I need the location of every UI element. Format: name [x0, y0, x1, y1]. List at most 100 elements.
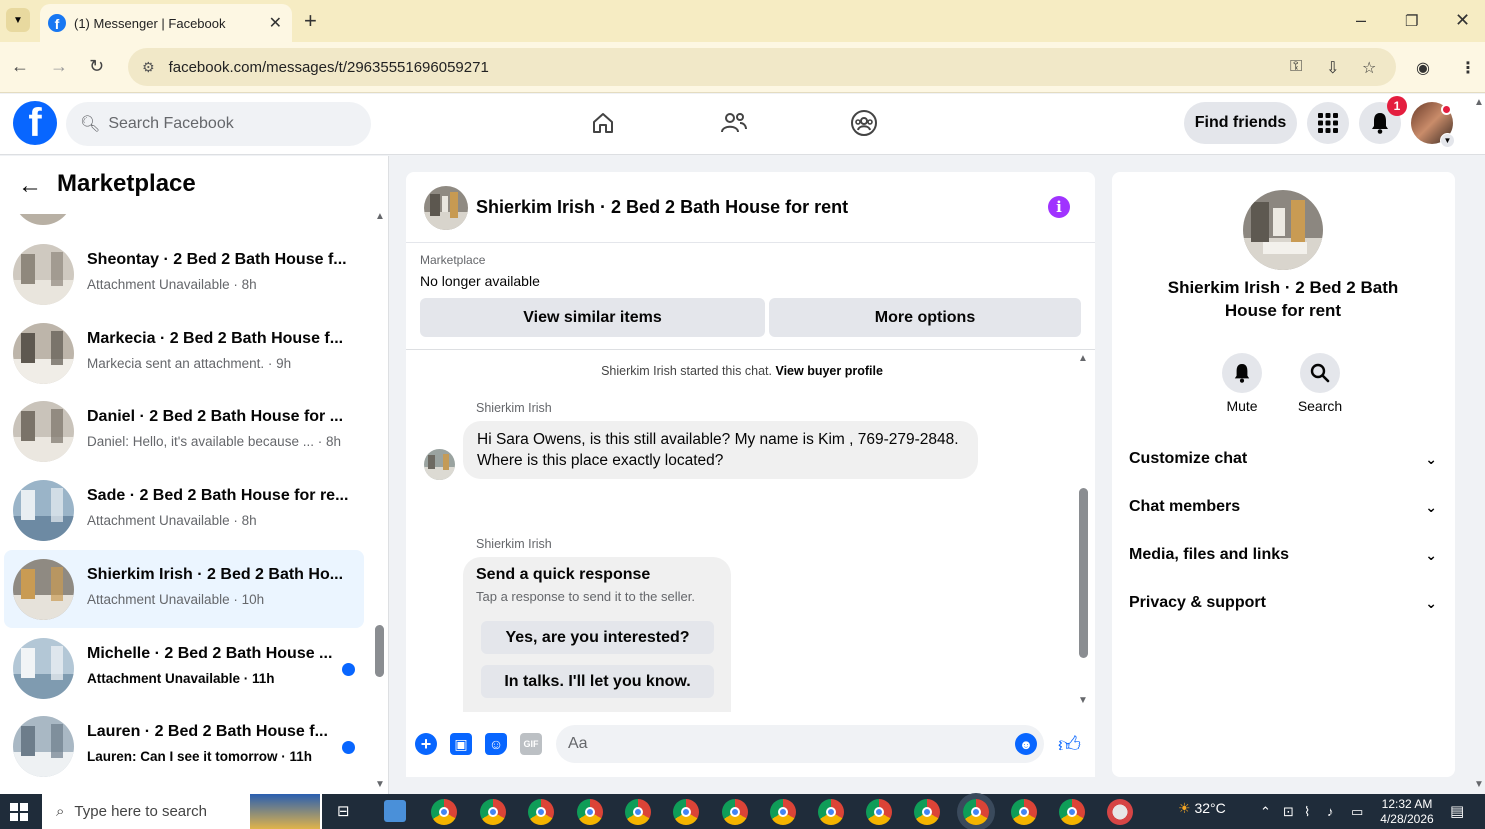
- chrome-taskbar-icon[interactable]: [1011, 799, 1037, 825]
- window-restore-button[interactable]: ❐: [1405, 12, 1418, 30]
- chrome-taskbar-icon[interactable]: [866, 799, 892, 825]
- image-icon[interactable]: ▣: [450, 733, 472, 755]
- window-minimize-button[interactable]: –: [1356, 10, 1366, 31]
- install-icon[interactable]: ⇩: [1326, 58, 1339, 78]
- search-conversation-icon[interactable]: [1300, 353, 1340, 393]
- quick-response-option[interactable]: In talks. I'll let you know.: [481, 665, 714, 698]
- chrome-center-icon: [1067, 807, 1077, 817]
- customize-chat-row[interactable]: Customize chat ⌄: [1129, 447, 1439, 471]
- reload-icon[interactable]: ↻: [89, 56, 104, 77]
- conversation-item[interactable]: Michelle · 2 Bed 2 Bath House ... Attachm…: [4, 629, 364, 707]
- chrome-taskbar-icon[interactable]: [914, 799, 940, 825]
- groups-icon[interactable]: [849, 108, 879, 138]
- task-view-icon[interactable]: ⊟: [337, 802, 350, 820]
- thumbs-up-icon[interactable]: 👍︎: [1058, 731, 1081, 758]
- message-input[interactable]: Aa: [556, 725, 1044, 763]
- taskbar-search-placeholder: Type here to search: [74, 803, 207, 820]
- media-files-links-row[interactable]: Media, files and links ⌄: [1129, 543, 1439, 567]
- notification-center-icon[interactable]: ▤: [1450, 802, 1464, 820]
- chrome-taskbar-icon[interactable]: [528, 799, 554, 825]
- url-text[interactable]: facebook.com/messages/t/2963555169605927…: [169, 59, 489, 76]
- profile-icon[interactable]: ◉: [1416, 58, 1430, 78]
- chrome-taskbar-icon[interactable]: [963, 799, 989, 825]
- search-label[interactable]: Search: [1280, 398, 1360, 414]
- emoji-icon[interactable]: ☻: [1015, 733, 1037, 755]
- plus-icon[interactable]: +: [415, 733, 437, 755]
- site-info-icon[interactable]: ⚙: [142, 59, 155, 76]
- windows-start-icon[interactable]: [10, 803, 28, 821]
- chat-details-avatar[interactable]: [1243, 190, 1323, 270]
- conversation-item[interactable]: Sade · 2 Bed 2 Bath House for re... Attac…: [4, 471, 364, 549]
- mute-label[interactable]: Mute: [1202, 398, 1282, 414]
- view-buyer-profile-link[interactable]: View buyer profile: [775, 364, 882, 378]
- conversation-item[interactable]: Sheontay · 2 Bed 2 Bath House f... Attach…: [4, 235, 364, 313]
- weather-text[interactable]: ☀ 32°C: [1178, 800, 1226, 817]
- chrome-center-icon: [536, 807, 546, 817]
- view-similar-items-button[interactable]: View similar items: [420, 298, 765, 337]
- window-close-button[interactable]: ✕: [1455, 10, 1470, 31]
- taskbar-clock[interactable]: 12:32 AM 4/28/2026: [1368, 797, 1446, 827]
- address-bar[interactable]: ⚙ facebook.com/messages/t/29635551696059…: [128, 48, 1396, 86]
- page-scroll-up-arrow-icon[interactable]: ▲: [1474, 97, 1484, 108]
- more-options-button[interactable]: More options: [769, 298, 1081, 337]
- gif-icon[interactable]: GIF: [520, 733, 542, 755]
- star-icon[interactable]: ☆: [1362, 58, 1376, 78]
- browser-tab[interactable]: f (1) Messenger | Facebook ✕: [40, 4, 292, 42]
- scroll-down-arrow-icon[interactable]: ▼: [375, 779, 385, 790]
- sticker-icon[interactable]: ☺: [485, 733, 507, 755]
- tray-device-icon[interactable]: ⊡: [1283, 804, 1294, 820]
- tray-chevron-up-icon[interactable]: ⌃: [1260, 804, 1271, 820]
- chat-scroll-up-arrow-icon[interactable]: ▲: [1078, 353, 1088, 364]
- facebook-search-input[interactable]: 🔍︎ Search Facebook: [66, 102, 371, 146]
- tab-search-chevron-down-icon[interactable]: ▼: [6, 8, 30, 32]
- conversation-item[interactable]: Lauren · 2 Bed 2 Bath House f... Lauren: …: [4, 707, 364, 785]
- account-chevron-down-icon[interactable]: ▼: [1440, 133, 1455, 148]
- chat-scroll-down-arrow-icon[interactable]: ▼: [1078, 695, 1088, 706]
- kebab-menu-icon[interactable]: ⋮: [1460, 58, 1476, 78]
- back-icon[interactable]: ←: [11, 56, 29, 77]
- find-friends-button[interactable]: Find friends: [1184, 102, 1297, 144]
- conversation-preview: Attachment Unavailable · 8h: [87, 513, 257, 529]
- conversation-name: Lauren · 2 Bed 2 Bath House f...: [87, 723, 328, 741]
- chat-scrollbar[interactable]: [1079, 488, 1088, 658]
- app-taskbar-icon[interactable]: [1107, 799, 1133, 825]
- password-key-icon[interactable]: ⚿: [1290, 58, 1302, 76]
- chrome-taskbar-icon[interactable]: [673, 799, 699, 825]
- conversation-item[interactable]: Shierkim Irish · 2 Bed 2 Bath Ho... Attac…: [4, 549, 364, 628]
- back-arrow-icon[interactable]: ←: [18, 172, 42, 200]
- chrome-taskbar-icon[interactable]: [770, 799, 796, 825]
- home-icon[interactable]: [588, 108, 618, 138]
- chrome-taskbar-icon[interactable]: [1059, 799, 1085, 825]
- chrome-taskbar-icon[interactable]: [577, 799, 603, 825]
- conversation-list-scrollbar[interactable]: [375, 625, 384, 677]
- chat-title[interactable]: Shierkim Irish · 2 Bed 2 Bath House for …: [476, 197, 848, 218]
- tray-network-icon[interactable]: ⌇: [1304, 804, 1310, 820]
- forward-icon[interactable]: →: [50, 56, 68, 77]
- tab-close-icon[interactable]: ✕: [269, 13, 282, 33]
- tray-display-icon[interactable]: ▭: [1351, 804, 1363, 820]
- friends-icon[interactable]: [719, 108, 749, 138]
- quick-response-option[interactable]: Yes, are you interested?: [481, 621, 714, 654]
- chat-details-title: Shierkim Irish · 2 Bed 2 Bath House for …: [1167, 278, 1399, 320]
- conversation-item[interactable]: Daniel · 2 Bed 2 Bath House for ... Danie…: [4, 392, 364, 470]
- chrome-taskbar-icon[interactable]: [431, 799, 457, 825]
- tray-volume-icon[interactable]: ♪: [1327, 804, 1334, 819]
- message-bubble[interactable]: Hi Sara Owens, is this still available? …: [463, 421, 978, 479]
- scroll-up-arrow-icon[interactable]: ▲: [375, 211, 385, 222]
- chrome-taskbar-icon[interactable]: [625, 799, 651, 825]
- file-explorer-icon[interactable]: [384, 800, 406, 822]
- page-scroll-down-arrow-icon[interactable]: ▼: [1474, 779, 1484, 790]
- conversation-item[interactable]: Markecia · 2 Bed 2 Bath House f... Markec…: [4, 314, 364, 392]
- info-icon[interactable]: i: [1048, 196, 1070, 218]
- new-tab-button[interactable]: +: [304, 8, 317, 34]
- mute-bell-icon[interactable]: [1222, 353, 1262, 393]
- apps-grid-icon[interactable]: [1307, 102, 1349, 144]
- chrome-taskbar-icon[interactable]: [480, 799, 506, 825]
- facebook-logo-icon[interactable]: f: [13, 101, 57, 145]
- chrome-taskbar-icon[interactable]: [722, 799, 748, 825]
- chat-members-row[interactable]: Chat members ⌄: [1129, 495, 1439, 519]
- message-sender-avatar[interactable]: [424, 449, 455, 480]
- privacy-support-row[interactable]: Privacy & support ⌄: [1129, 591, 1439, 615]
- chrome-taskbar-icon[interactable]: [818, 799, 844, 825]
- chat-avatar[interactable]: [424, 186, 468, 230]
